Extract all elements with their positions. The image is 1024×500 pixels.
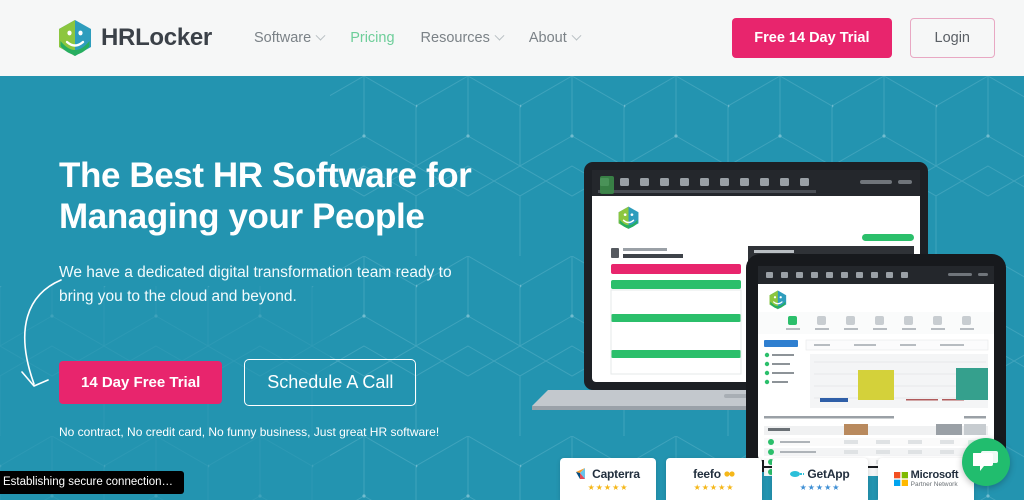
schedule-a-call-button[interactable]: Schedule A Call: [244, 359, 417, 407]
badge-top: Capterra: [576, 467, 640, 481]
hero-note: No contract, No credit card, No funny bu…: [59, 425, 440, 440]
hero-free-trial-button[interactable]: 14 Day Free Trial: [59, 361, 223, 405]
brand-logo-link[interactable]: HRLocker: [58, 19, 212, 57]
hero-subtitle-line-1: We have a dedicated digital transformati…: [59, 264, 452, 282]
hrlocker-cube-smiley-logo: [59, 20, 91, 56]
badge-label: GetApp: [807, 466, 850, 481]
nav-item-pricing[interactable]: Pricing: [350, 30, 394, 46]
hero-subtitle: We have a dedicated digital transformati…: [59, 261, 469, 309]
badge-stars: ★★★★★: [587, 482, 629, 492]
nav-label: Resources: [420, 30, 490, 46]
badge-stars: ★★★★★: [693, 482, 735, 492]
capterra-logo-icon: [576, 468, 586, 479]
badge-top: GetApp: [790, 466, 850, 481]
badge-label: feefo: [693, 466, 721, 481]
chat-widget-button[interactable]: [962, 438, 1010, 486]
login-button[interactable]: Login: [909, 18, 995, 58]
chat-bubble-icon: [973, 451, 998, 471]
main-navigation: Software Pricing Resources About: [253, 30, 582, 46]
nav-item-resources[interactable]: Resources: [420, 30, 505, 46]
chevron-down-icon: [315, 30, 326, 41]
badge-top: feefo: [693, 467, 735, 481]
hero-section: The Best HR Software for Managing your P…: [0, 76, 1024, 500]
nav-label: About: [528, 30, 567, 46]
page-root: HRLocker Software Pricing Resources Abou…: [0, 0, 1024, 500]
badge-getapp[interactable]: GetApp ★★★★★: [772, 458, 868, 500]
badge-top: Microsoft Partner Network: [893, 469, 959, 489]
badge-sublabel: Partner Network: [910, 481, 958, 489]
site-header: HRLocker Software Pricing Resources Abou…: [0, 0, 1024, 76]
tablet-dashboard-mockup: [746, 254, 1006, 476]
hero-subtitle-line-2: bring you to the cloud and beyond.: [59, 288, 297, 306]
nav-item-software[interactable]: Software: [253, 30, 326, 46]
page-title: The Best HR Software for Managing your P…: [59, 156, 529, 237]
badge-stars: ★★★★★: [799, 482, 841, 492]
microsoft-partner-network-logo-icon: [893, 471, 908, 486]
chevron-down-icon: [571, 30, 582, 41]
review-badge-row: Capterra ★★★★★ feefo ★★★★★ GetApp ★★★★★ …: [560, 458, 974, 500]
nav-label: Software: [253, 30, 312, 46]
badge-capterra[interactable]: Capterra ★★★★★: [560, 458, 656, 500]
hero-title-line-1: The Best HR Software for: [59, 156, 472, 195]
hero-cta-group: 14 Day Free Trial Schedule A Call: [59, 359, 529, 407]
device-mockups: [532, 162, 1006, 476]
badge-label: Capterra: [592, 466, 640, 481]
badge-label: Microsoft: [910, 469, 959, 482]
badge-microsoft-partner[interactable]: Microsoft Partner Network: [878, 458, 974, 500]
header-actions: Free 14 Day Trial Login: [732, 18, 995, 58]
header-free-trial-button[interactable]: Free 14 Day Trial: [732, 18, 892, 58]
hero-copy: The Best HR Software for Managing your P…: [59, 156, 529, 439]
chevron-down-icon: [494, 30, 505, 41]
nav-label: Pricing: [350, 30, 395, 46]
feefo-logo-icon: [724, 470, 735, 477]
hero-title-line-2: Managing your People: [59, 196, 425, 236]
badge-feefo[interactable]: feefo ★★★★★: [666, 458, 762, 500]
status-toast: Establishing secure connection…: [0, 471, 185, 494]
brand-name: HRLocker: [101, 24, 212, 51]
nav-item-about[interactable]: About: [528, 30, 582, 46]
getapp-logo-icon: [790, 470, 805, 477]
